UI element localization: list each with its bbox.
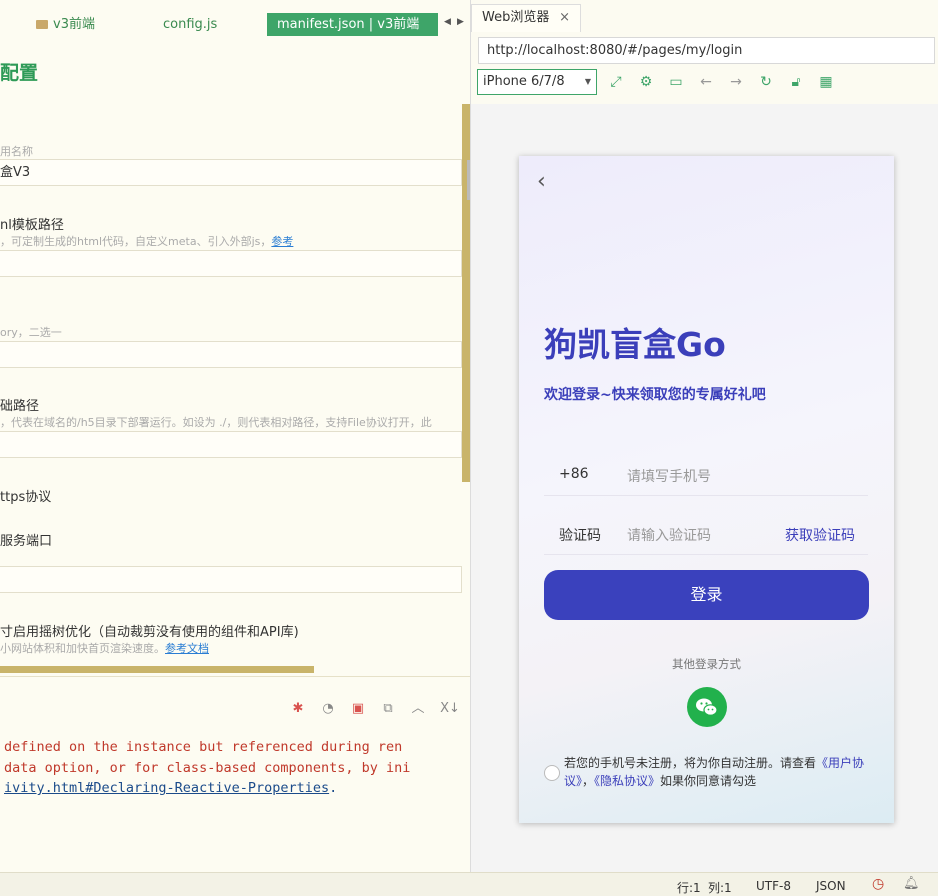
back-chevron-icon[interactable]: ‹ bbox=[537, 169, 546, 194]
wechat-login-icon[interactable] bbox=[687, 687, 727, 727]
lock-icon[interactable]: 🔓︎ bbox=[787, 73, 805, 91]
agreement-text: 若您的手机号未注册，将为你自动注册。请查看《用户协议》，《隐私协议》如果你同意请… bbox=[564, 754, 874, 790]
base-path-label: 础路径 bbox=[0, 399, 40, 414]
folder-icon bbox=[36, 20, 48, 29]
console-line-1: defined on the instance but referenced d… bbox=[4, 739, 403, 755]
code-label: 验证码 bbox=[559, 528, 601, 544]
editor-pane: v3前端 config.js manifest.json | v3前端 ◀ ▶ … bbox=[0, 0, 470, 872]
bell-icon[interactable]: 🔔︎ bbox=[903, 876, 920, 891]
login-button[interactable]: 登录 bbox=[544, 570, 869, 620]
console-panel: ✱ ◔ ▣ ⧉ ︿ X↓ defined on the instance but… bbox=[0, 676, 470, 872]
port-label: 服务端口 bbox=[0, 534, 53, 549]
get-code-button[interactable]: 获取验证码 bbox=[785, 525, 855, 545]
agreement-suffix: 如果你同意请勾选 bbox=[660, 774, 757, 788]
clear-console-icon[interactable]: X↓ bbox=[440, 701, 460, 717]
browser-tab[interactable]: Web浏览器 × bbox=[471, 4, 581, 32]
status-encoding[interactable]: UTF-8 bbox=[756, 879, 791, 893]
refresh-icon[interactable]: ↻ bbox=[757, 73, 775, 91]
tab-config-js[interactable]: config.js bbox=[163, 13, 217, 36]
phone-input[interactable]: 请填写手机号 bbox=[627, 466, 711, 486]
https-label[interactable]: ttps协议 bbox=[0, 486, 51, 505]
status-line[interactable]: 行:1 bbox=[677, 879, 701, 896]
agreement-checkbox[interactable] bbox=[544, 765, 560, 781]
app-name-label: 用名称 bbox=[0, 145, 33, 158]
browser-viewport: ‹ 狗凯盲盒Go 欢迎登录~快来领取您的专属好礼吧 +86 请填写手机号 验证码… bbox=[471, 104, 938, 872]
close-icon[interactable]: × bbox=[559, 5, 570, 31]
status-column[interactable]: 列:1 bbox=[708, 879, 732, 896]
base-path-input[interactable] bbox=[0, 431, 462, 458]
phone-screen: ‹ 狗凯盲盒Go 欢迎登录~快来领取您的专属好礼吧 +86 请填写手机号 验证码… bbox=[519, 156, 894, 823]
console-docs-link[interactable]: ivity.html#Declaring-Reactive-Properties bbox=[4, 780, 329, 796]
gear-icon[interactable]: ⚙ bbox=[637, 73, 655, 91]
brand-title: 狗凯盲盒Go bbox=[544, 325, 726, 364]
rotate-icon[interactable]: ⤢ bbox=[607, 73, 625, 91]
base-path-hint: ，代表在域名的/h5目录下部署运行。如设为 ./，则代表相对路径，支持File协… bbox=[0, 416, 432, 429]
template-reference-link[interactable]: 参考 bbox=[271, 235, 293, 248]
tab-manifest-json[interactable]: manifest.json | v3前端 bbox=[267, 13, 438, 36]
router-mode-input[interactable] bbox=[0, 341, 462, 368]
debug-bug-icon[interactable]: ✱ bbox=[290, 701, 306, 717]
browser-tab-label: Web浏览器 bbox=[482, 10, 550, 25]
collapse-up-icon[interactable]: ︿ bbox=[410, 701, 426, 717]
device-select-value: iPhone 6/7/8 bbox=[483, 74, 565, 89]
divider bbox=[544, 495, 868, 496]
template-path-input[interactable] bbox=[0, 250, 462, 277]
router-mode-hint: ory，二选一 bbox=[0, 326, 62, 339]
treeshake-hint-text: 小网站体积和加快首页渲染速度。 bbox=[0, 642, 165, 655]
console-line-3: ivity.html#Declaring-Reactive-Properties… bbox=[4, 780, 337, 796]
forward-arrow-icon[interactable]: → bbox=[727, 73, 745, 91]
app-name-input[interactable]: 盒V3 bbox=[0, 159, 462, 186]
divider bbox=[544, 554, 868, 555]
console-line-2: data option, or for class-based componen… bbox=[4, 760, 411, 776]
editor-horizontal-scrollbar[interactable] bbox=[0, 666, 314, 673]
port-input[interactable] bbox=[0, 566, 462, 593]
back-arrow-icon[interactable]: ← bbox=[697, 73, 715, 91]
url-input[interactable]: http://localhost:8080/#/pages/my/login bbox=[478, 37, 935, 64]
tab-scroll-left-icon[interactable]: ◀ bbox=[444, 17, 451, 27]
welcome-text: 欢迎登录~快来领取您的专属好礼吧 bbox=[544, 387, 766, 403]
notification-clock-icon[interactable]: ◷ bbox=[872, 876, 884, 892]
stop-icon[interactable]: ▣ bbox=[350, 701, 366, 717]
code-input[interactable]: 请输入验证码 bbox=[627, 525, 711, 545]
step-icon[interactable]: ◔ bbox=[320, 701, 336, 717]
privacy-agreement-link[interactable]: 《隐私协议》 bbox=[594, 774, 660, 788]
treeshake-docs-link[interactable]: 参考文档 bbox=[165, 642, 209, 655]
agreement-separator: ， bbox=[582, 774, 595, 788]
export-icon[interactable]: ⧉ bbox=[380, 701, 396, 717]
treeshake-hint: 小网站体积和加快首页渲染速度。参考文档 bbox=[0, 640, 209, 656]
country-code[interactable]: +86 bbox=[559, 466, 589, 482]
agreement-prefix: 若您的手机号未注册，将为你自动注册。请查看 bbox=[564, 756, 817, 770]
console-line-3-tail: . bbox=[329, 780, 338, 796]
template-path-hint-text: ，可定制生成的html代码，自定义meta、引入外部js， bbox=[0, 235, 272, 248]
template-path-label: nl模板路径 bbox=[0, 218, 64, 233]
treeshake-label[interactable]: 寸启用摇树优化（自动裁剪没有使用的组件和API库) bbox=[0, 621, 299, 640]
web-browser-pane: Web浏览器 × http://localhost:8080/#/pages/m… bbox=[471, 0, 938, 872]
section-heading: 配置 bbox=[0, 62, 39, 84]
tab-scroll-right-icon[interactable]: ▶ bbox=[457, 17, 464, 27]
tab-v3-folder-label: v3前端 bbox=[53, 17, 95, 32]
device-select[interactable]: iPhone 6/7/8 ▼ bbox=[477, 69, 597, 95]
qrcode-icon[interactable]: ▦ bbox=[817, 73, 835, 91]
status-bar: 行:1 列:1 UTF-8 JSON ◷ 🔔︎ bbox=[0, 872, 938, 896]
console-icon[interactable]: ▭ bbox=[667, 73, 685, 91]
chevron-down-icon: ▼ bbox=[584, 77, 591, 86]
status-language[interactable]: JSON bbox=[816, 879, 846, 893]
editor-tab-bar: v3前端 config.js manifest.json | v3前端 ◀ ▶ bbox=[0, 0, 470, 44]
tab-v3-folder[interactable]: v3前端 bbox=[36, 13, 95, 36]
template-path-hint: ，可定制生成的html代码，自定义meta、引入外部js，参考 bbox=[0, 233, 293, 249]
other-login-label: 其他登录方式 bbox=[672, 657, 741, 671]
